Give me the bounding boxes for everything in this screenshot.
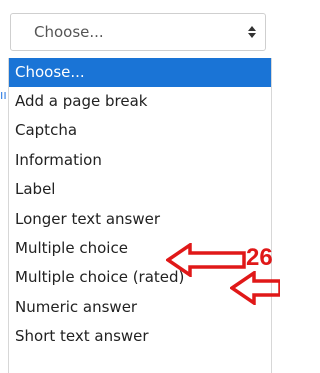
question-type-select[interactable]: Choose...: [10, 13, 266, 51]
option-choose[interactable]: Choose...: [9, 58, 271, 87]
select-current-value: Choose...: [34, 23, 104, 41]
annotation-number: 26: [246, 244, 273, 271]
option-short-text-answer[interactable]: Short text answer: [9, 322, 271, 351]
option-longer-text-answer[interactable]: Longer text answer: [9, 205, 271, 234]
annotation-arrow-icon-2: [230, 271, 280, 305]
screen: Choose... ıı Choose... Add a page break …: [0, 0, 280, 373]
option-add-page-break[interactable]: Add a page break: [9, 87, 271, 116]
partial-text-fragment: ıı: [0, 88, 7, 102]
dropdown-options-list: Choose... Add a page break Captcha Infor…: [8, 58, 272, 373]
option-label[interactable]: Label: [9, 175, 271, 204]
option-information[interactable]: Information: [9, 146, 271, 175]
sort-arrows-icon: [248, 26, 256, 38]
option-captcha[interactable]: Captcha: [9, 116, 271, 145]
